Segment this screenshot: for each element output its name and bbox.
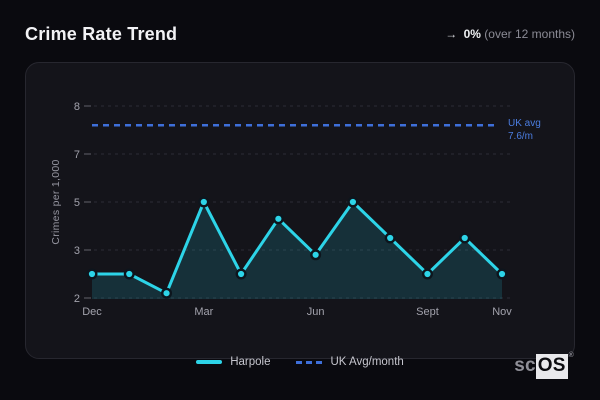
legend-label-harpole: Harpole	[230, 356, 271, 368]
svg-text:Sept: Sept	[416, 306, 439, 318]
uk-avg-annotation-line2: 7.6/m	[508, 131, 534, 142]
legend-label-uk-avg: UK Avg/month	[330, 356, 404, 368]
scos-logo: sc OS ®	[514, 352, 574, 379]
uk-avg-annotation: UK avg 7.6/m	[508, 117, 541, 143]
legend-item-uk-avg[interactable]: UK Avg/month	[296, 356, 404, 368]
svg-text:Nov: Nov	[492, 306, 512, 318]
svg-text:3: 3	[74, 245, 80, 257]
chart-legend: Harpole UK Avg/month	[0, 353, 600, 371]
legend-item-harpole[interactable]: Harpole	[196, 356, 270, 368]
trend-indicator: → 0% (over 12 months)	[445, 27, 575, 41]
uk-avg-dash-swatch-icon	[296, 360, 323, 364]
trend-arrow-icon: →	[445, 27, 458, 41]
page-title: Crime Rate Trend	[25, 24, 178, 44]
svg-text:7: 7	[74, 149, 80, 161]
logo-suffix: OS	[535, 354, 568, 379]
trend-value: 0%	[463, 27, 481, 41]
svg-text:5: 5	[74, 197, 80, 209]
logo-prefix: sc	[514, 355, 536, 376]
svg-text:8: 8	[74, 101, 80, 113]
uk-avg-annotation-line1: UK avg	[508, 118, 541, 129]
harpole-line-swatch-icon	[196, 360, 223, 364]
trend-caption: (over 12 months)	[484, 27, 575, 41]
chart-card: Crimes per 1,000 8 7 5 3 2 Dec Mar Jun Sept Nov U…	[25, 62, 575, 359]
svg-text:2: 2	[74, 293, 80, 305]
registered-mark-icon: ®	[568, 352, 574, 359]
page: Crime Rate Trend → 0% (over 12 months) C…	[0, 0, 600, 400]
svg-text:Mar: Mar	[194, 306, 213, 318]
svg-text:Jun: Jun	[307, 306, 325, 318]
chart-svg: 8 7 5 3 2Dec Mar Jun Sept Nov	[74, 101, 512, 318]
svg-text:Dec: Dec	[82, 306, 102, 318]
